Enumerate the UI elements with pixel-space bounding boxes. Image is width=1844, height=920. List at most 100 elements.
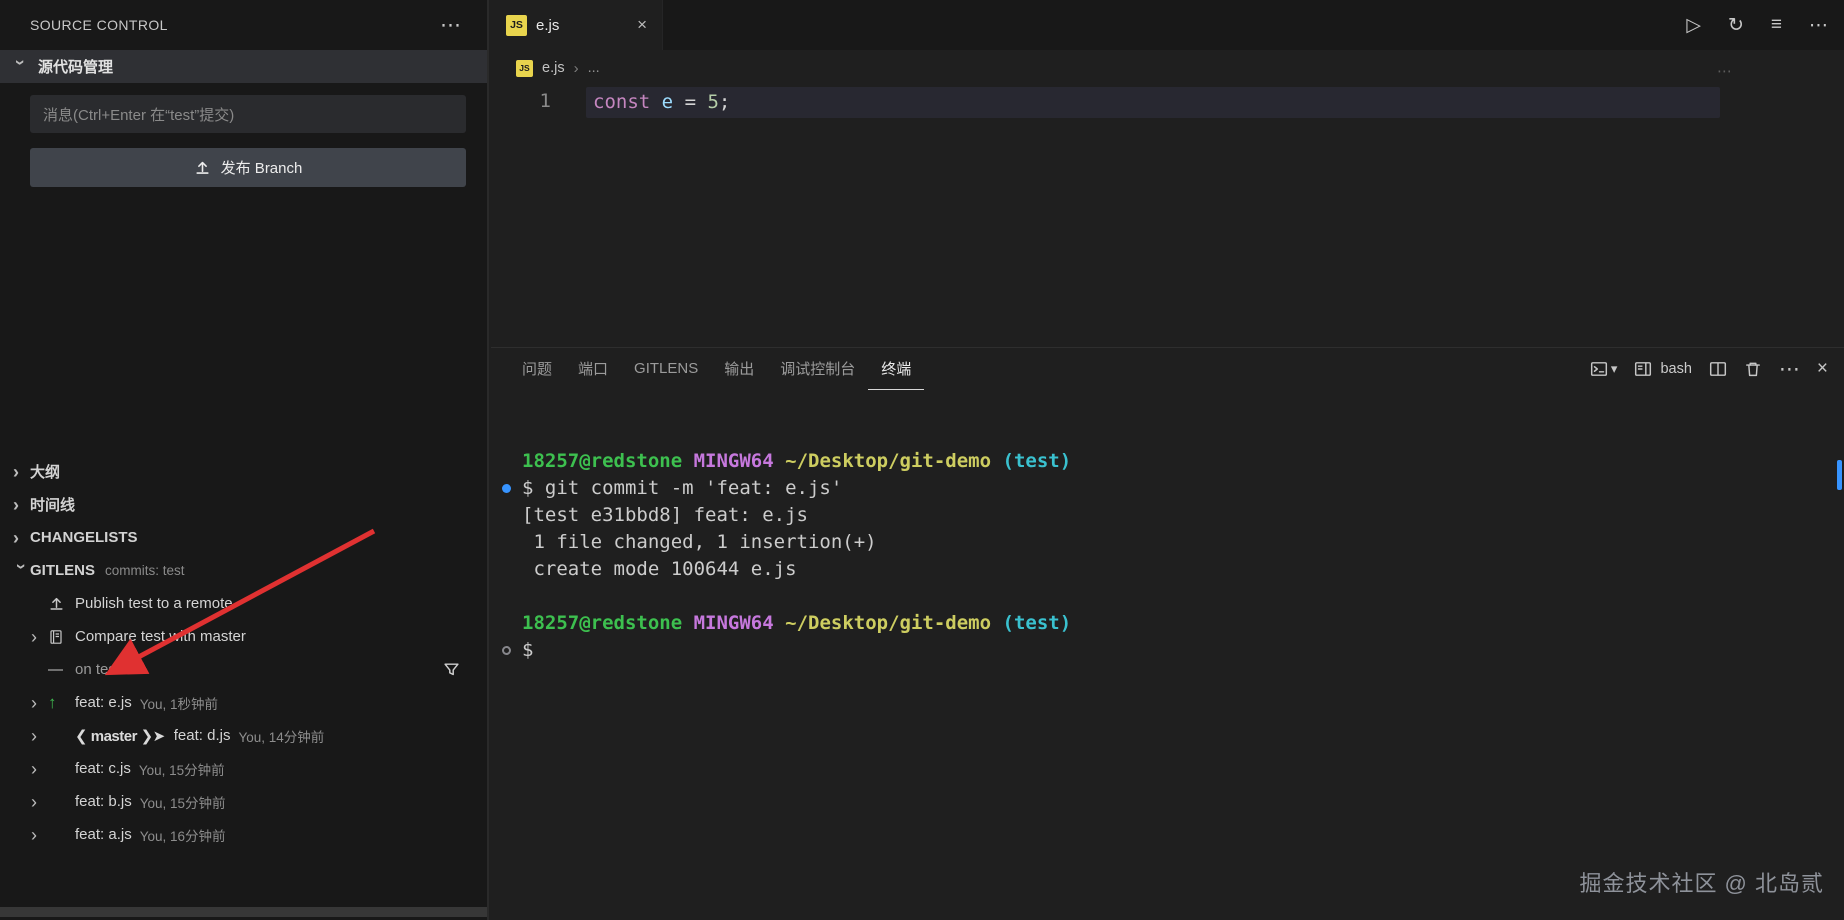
command-executed-marker <box>502 484 511 493</box>
gitlens-item-commit-feat-b[interactable]: › feat: b.js You, 15分钟前 <box>0 785 487 818</box>
line-number: 1 <box>539 90 551 112</box>
editor-actions: ▷ ↻ ≡ ⋯ <box>1686 0 1828 50</box>
gitlens-item-on-test[interactable]: — on test <box>0 653 487 686</box>
commit-message-input[interactable]: 消息(Ctrl+Enter 在“test”提交) <box>30 95 466 133</box>
split-terminal-icon[interactable] <box>1709 360 1727 378</box>
more-actions-icon[interactable]: ⋯ <box>1779 357 1800 382</box>
overflow-dots: ⋯ <box>1717 63 1732 80</box>
item-label: feat: e.js <box>75 694 132 711</box>
breadcrumb: JS e.js › ... <box>491 50 1844 86</box>
chevron-down-icon: ▾ <box>1610 361 1618 376</box>
item-label: feat: a.js <box>75 826 132 843</box>
section-label: 时间线 <box>30 497 76 514</box>
javascript-icon: JS <box>506 14 527 36</box>
bottom-panel: 问题 端口 GITLENS 输出 调试控制台 终端 ▾ bash ⋯ × 182… <box>491 347 1844 920</box>
chevron-right-icon: › <box>31 725 37 746</box>
panel-tab-output[interactable]: 输出 <box>711 348 767 390</box>
shell-name[interactable]: bash <box>1660 361 1691 377</box>
input-placeholder: 消息(Ctrl+Enter 在“test”提交) <box>43 106 235 124</box>
item-description: You, 16分钟前 <box>139 828 226 844</box>
terminal-line: create mode 100644 e.js <box>522 558 797 580</box>
publish-branch-button[interactable]: 发布 Branch <box>30 148 466 187</box>
gitlens-item-commit-feat-e[interactable]: › ↑ feat: e.js You, 1秒钟前 <box>0 686 487 719</box>
panel-tab-debug-console[interactable]: 调试控制台 <box>767 348 868 390</box>
chevron-right-icon: › <box>31 626 37 647</box>
chevron-right-icon: › <box>31 692 37 713</box>
chevron-right-icon[interactable]: › <box>13 529 30 547</box>
dash-icon: — <box>48 661 63 678</box>
item-label: Publish test to a remote <box>75 595 233 612</box>
section-description: commits: test <box>105 563 185 578</box>
sidebar-section-changelists[interactable]: › CHANGELISTS <box>0 521 487 554</box>
kill-terminal-icon[interactable] <box>1744 360 1762 378</box>
source-control-sidebar: SOURCE CONTROL ⋯ › 源代码管理 消息(Ctrl+Enter 在… <box>0 0 489 920</box>
item-label: feat: c.js <box>75 760 131 777</box>
chevron-down-icon: › <box>10 59 31 65</box>
javascript-icon: JS <box>516 59 533 77</box>
tab-label: e.js <box>536 16 560 34</box>
button-label: 发布 Branch <box>220 160 303 177</box>
code-line[interactable]: const e = 5; <box>593 89 730 116</box>
section-label: 源代码管理 <box>38 59 114 76</box>
item-label: Compare test with master <box>75 628 246 645</box>
prompt-marker <box>502 646 511 655</box>
gitlens-item-commit-feat-a[interactable]: › feat: a.js You, 16分钟前 <box>0 818 487 851</box>
panel-tab-problems[interactable]: 问题 <box>509 348 565 390</box>
compare-icon <box>48 629 75 645</box>
launch-profile-button[interactable]: ▾ <box>1590 360 1618 378</box>
chevron-right-icon[interactable]: › <box>13 463 30 481</box>
terminal-line: [test e31bbd8] feat: e.js <box>522 504 808 526</box>
gitlens-item-commit-feat-d[interactable]: › ❮ master ❯➤ feat: d.js You, 14分钟前 <box>0 719 487 752</box>
close-panel-icon[interactable]: × <box>1817 358 1828 380</box>
chevron-right-icon: › <box>31 758 37 779</box>
editor-code-area[interactable]: 1 const e = 5; <box>491 86 1844 347</box>
breadcrumb-file[interactable]: e.js <box>542 60 565 76</box>
upload-icon <box>194 159 211 176</box>
editor-tab-bar: JS e.js × <box>491 0 1844 50</box>
layout-icon[interactable]: ≡ <box>1771 14 1782 36</box>
watermark: 掘金技术社区 @ 北岛贰 <box>1579 871 1824 896</box>
more-actions-icon[interactable]: ⋯ <box>1809 14 1828 37</box>
close-tab-icon[interactable]: × <box>637 15 647 35</box>
horizontal-scrollbar[interactable] <box>0 907 487 917</box>
gitlens-item-compare-test[interactable]: › Compare test with master <box>0 620 487 653</box>
upload-icon <box>48 595 75 612</box>
item-label: on test <box>75 661 121 678</box>
scrollbar-indicator[interactable] <box>1837 460 1842 490</box>
panel-tab-ports[interactable]: 端口 <box>565 348 621 390</box>
chevron-right-icon: › <box>573 59 579 77</box>
chevron-right-icon: › <box>31 824 37 845</box>
sidebar-section-outline[interactable]: › 大纲 <box>0 455 487 488</box>
run-button[interactable]: ▷ <box>1686 14 1701 37</box>
chevron-right-icon: › <box>31 791 37 812</box>
tab-ejs[interactable]: JS e.js × <box>491 0 663 50</box>
sidebar-title: SOURCE CONTROL <box>30 17 168 33</box>
editor-region: JS e.js × ▷ ↻ ≡ ⋯ JS e.js › ... ⋯ 1 cons… <box>491 0 1844 920</box>
breadcrumb-more[interactable]: ... <box>588 60 600 76</box>
gitlens-item-publish-test[interactable]: Publish test to a remote <box>0 587 487 620</box>
sidebar-section-timeline[interactable]: › 时间线 <box>0 488 487 521</box>
terminal-tabs-icon[interactable] <box>1634 360 1652 378</box>
chevron-down-icon[interactable]: › <box>12 563 32 580</box>
gitlens-item-commit-feat-c[interactable]: › feat: c.js You, 15分钟前 <box>0 752 487 785</box>
item-description: You, 15分钟前 <box>138 762 225 778</box>
section-source-control-management[interactable]: › 源代码管理 <box>0 50 487 83</box>
terminal[interactable]: 18257@redstone MINGW64 ~/Desktop/git-dem… <box>491 390 1844 920</box>
filter-icon[interactable] <box>443 661 460 678</box>
terminal-line: 1 file changed, 1 insertion(+) <box>522 531 877 553</box>
sidebar-section-gitlens[interactable]: › GITLENS commits: test <box>0 554 487 587</box>
panel-tab-gitlens[interactable]: GITLENS <box>621 348 711 390</box>
panel-tab-bar: 问题 端口 GITLENS 输出 调试控制台 终端 <box>491 348 1424 390</box>
restart-icon[interactable]: ↻ <box>1728 14 1744 37</box>
sidebar-tree: › 大纲 › 时间线 › CHANGELISTS › GITLENS commits: test… <box>0 455 487 851</box>
chevron-right-icon[interactable]: › <box>13 496 30 514</box>
current-line-highlight <box>586 87 1720 118</box>
panel-tab-terminal[interactable]: 终端 <box>868 348 925 390</box>
more-actions-icon[interactable]: ⋯ <box>440 13 461 38</box>
panel-actions: ▾ bash ⋯ × <box>1590 348 1828 390</box>
item-description: You, 15分钟前 <box>139 795 226 811</box>
branch-tag: ❮ master ❯➤ <box>75 727 165 745</box>
terminal-line: 18257@redstone MINGW64 ~/Desktop/git-dem… <box>522 450 1072 472</box>
terminal-line: $ <box>502 637 1844 664</box>
